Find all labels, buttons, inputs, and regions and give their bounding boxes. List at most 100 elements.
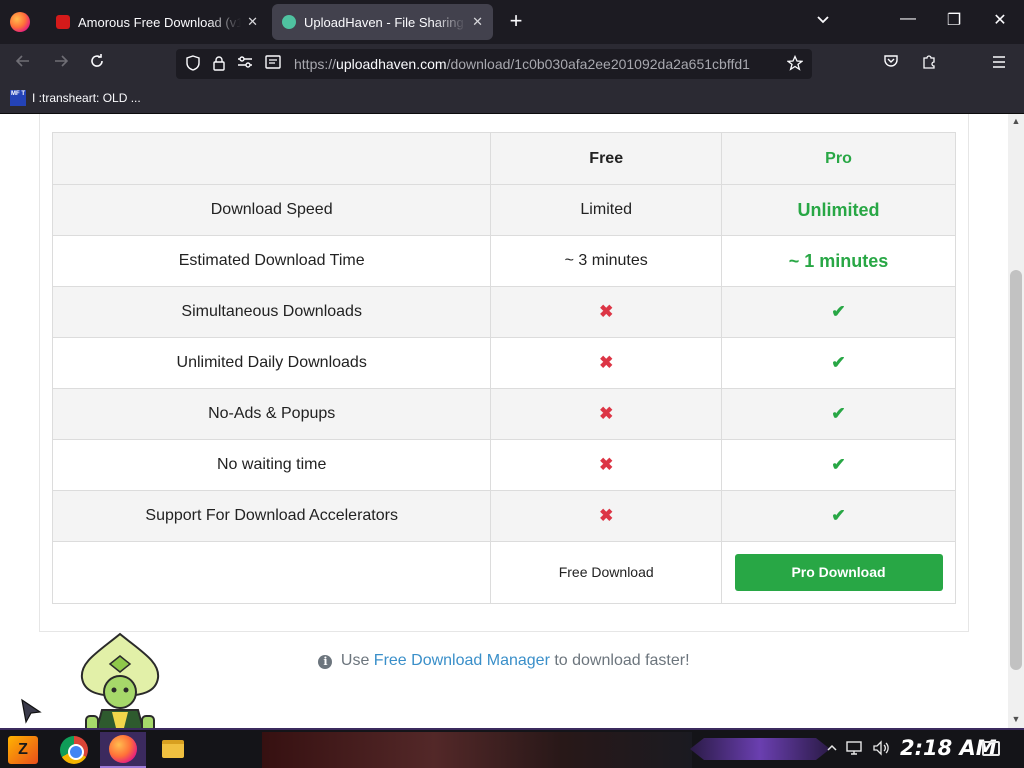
minimize-button[interactable]: — xyxy=(896,10,920,28)
puzzle-icon xyxy=(923,55,935,69)
plan-comparison-table: Free Pro Download Speed Limited Unlimite… xyxy=(51,132,956,604)
cross-icon: ✖ xyxy=(599,506,614,525)
header-feature-cell xyxy=(51,132,492,185)
scroll-up-icon[interactable]: ▲ xyxy=(1008,116,1024,126)
empty-cell xyxy=(51,541,492,604)
note-prefix: Use xyxy=(340,652,370,669)
free-value: Limited xyxy=(490,184,723,236)
file-explorer-icon[interactable] xyxy=(162,740,184,758)
feature-label: Support For Download Accelerators xyxy=(51,490,492,542)
free-value: ✖ xyxy=(490,388,723,440)
tab-amorous[interactable]: Amorous Free Download (v1.0 ✕ xyxy=(46,4,268,40)
reload-button[interactable] xyxy=(86,53,108,75)
pro-download-button[interactable]: Pro Download xyxy=(734,554,943,591)
network-icon[interactable] xyxy=(846,740,864,759)
reader-view-icon[interactable] xyxy=(264,55,282,73)
scroll-thumb[interactable] xyxy=(1010,270,1022,670)
check-icon: ✔ xyxy=(831,404,846,423)
cross-icon: ✖ xyxy=(599,404,614,423)
bookmarks-toolbar: MF T I :transheart: OLD ... xyxy=(0,84,1024,114)
peridot-mascot-icon xyxy=(80,632,160,732)
tab-title: Amorous Free Download (v1.0 xyxy=(78,14,242,30)
table-row: No waiting time ✖ ✔ xyxy=(51,439,956,491)
url-scheme: https:// xyxy=(294,56,337,72)
bookmark-item[interactable]: MF T I :transheart: OLD ... xyxy=(10,90,141,106)
info-icon: i xyxy=(318,655,333,669)
free-download-cell: Free Download xyxy=(490,541,723,604)
tab-uploadhaven[interactable]: UploadHaven - File Sharing M ✕ xyxy=(272,4,493,40)
feature-label: Unlimited Daily Downloads xyxy=(51,337,492,389)
volume-icon[interactable] xyxy=(872,740,890,759)
bookmark-favicon-icon: MF T xyxy=(10,90,26,106)
note-suffix: to download faster! xyxy=(554,652,690,669)
feature-label: No waiting time xyxy=(51,439,492,491)
cross-icon: ✖ xyxy=(599,353,614,372)
cloud-favicon-icon xyxy=(282,15,296,29)
pro-value: ~ 1 minutes xyxy=(721,235,956,287)
free-value: ✖ xyxy=(490,286,723,338)
url-path: /download/1c0b030afa2ee201092da2a651cbff… xyxy=(446,56,750,72)
chrome-taskbar-icon[interactable] xyxy=(60,736,88,764)
check-icon: ✔ xyxy=(831,506,846,525)
forward-button[interactable] xyxy=(50,53,72,75)
table-row: Estimated Download Time ~ 3 minutes ~ 1 … xyxy=(51,235,956,287)
table-row: Simultaneous Downloads ✖ ✔ xyxy=(51,286,956,338)
list-all-tabs-button[interactable] xyxy=(816,12,830,28)
close-tab-icon[interactable]: ✕ xyxy=(472,14,483,30)
feature-label: Estimated Download Time xyxy=(51,235,492,287)
new-tab-button[interactable]: + xyxy=(504,10,528,34)
taskbar: Z 2:18 AM xyxy=(0,728,1024,768)
notifications-icon[interactable] xyxy=(982,741,1000,756)
feature-label: No-Ads & Popups xyxy=(51,388,492,440)
header-free: Free xyxy=(490,132,723,185)
close-tab-icon[interactable]: ✕ xyxy=(247,14,258,30)
taskbar-decoration xyxy=(690,738,830,760)
pro-value: Unlimited xyxy=(721,184,956,236)
taskbar-artwork xyxy=(262,732,692,768)
hamburger-menu-icon xyxy=(993,56,1005,68)
tab-title: UploadHaven - File Sharing M xyxy=(304,14,467,30)
table-row: Unlimited Daily Downloads ✖ ✔ xyxy=(51,337,956,389)
back-button[interactable] xyxy=(12,53,34,75)
free-download-manager-link[interactable]: Free Download Manager xyxy=(374,652,550,669)
page-scrollbar[interactable]: ▲ ▼ xyxy=(1008,114,1024,728)
pro-value: ✔ xyxy=(721,439,956,491)
scroll-down-icon[interactable]: ▼ xyxy=(1008,714,1024,724)
pro-download-cell: Pro Download xyxy=(721,541,956,604)
lock-icon[interactable] xyxy=(210,55,228,73)
firefox-taskbar-icon xyxy=(109,735,137,763)
cross-icon: ✖ xyxy=(599,455,614,474)
close-window-button[interactable]: ✕ xyxy=(988,10,1012,30)
feature-label: Simultaneous Downloads xyxy=(51,286,492,338)
pro-value: ✔ xyxy=(721,286,956,338)
pocket-button[interactable] xyxy=(880,53,902,75)
start-button[interactable]: Z xyxy=(8,736,38,764)
bookmark-star-icon[interactable] xyxy=(786,54,804,73)
permissions-icon[interactable] xyxy=(236,55,254,73)
firefox-taskbar-button[interactable] xyxy=(100,732,146,768)
table-row: Download Speed Limited Unlimited xyxy=(51,184,956,236)
download-buttons-row: Free Download Pro Download xyxy=(51,541,956,604)
pro-value: ✔ xyxy=(721,337,956,389)
back-arrow-icon xyxy=(15,55,29,67)
free-download-button[interactable]: Free Download xyxy=(559,564,654,580)
restore-button[interactable]: ❐ xyxy=(942,10,966,30)
url-text[interactable]: https://uploadhaven.com/download/1c0b030… xyxy=(294,56,774,72)
free-value: ✖ xyxy=(490,439,723,491)
free-value: ✖ xyxy=(490,490,723,542)
mouse-cursor-icon xyxy=(21,698,42,724)
menu-button[interactable] xyxy=(988,53,1010,75)
pro-value: ✔ xyxy=(721,388,956,440)
table-row: Support For Download Accelerators ✖ ✔ xyxy=(51,490,956,542)
tab-bar: Amorous Free Download (v1.0 ✕ UploadHave… xyxy=(0,0,1024,44)
check-icon: ✔ xyxy=(831,455,846,474)
red-favicon-icon xyxy=(56,15,70,29)
firefox-icon[interactable] xyxy=(10,12,30,32)
pocket-icon xyxy=(884,55,898,67)
table-header-row: Free Pro xyxy=(51,132,956,185)
shield-icon[interactable] xyxy=(184,55,202,73)
feature-label: Download Speed xyxy=(51,184,492,236)
url-bar[interactable]: https://uploadhaven.com/download/1c0b030… xyxy=(176,49,812,79)
extensions-button[interactable] xyxy=(918,53,940,75)
show-hidden-icons-icon[interactable] xyxy=(826,740,838,756)
